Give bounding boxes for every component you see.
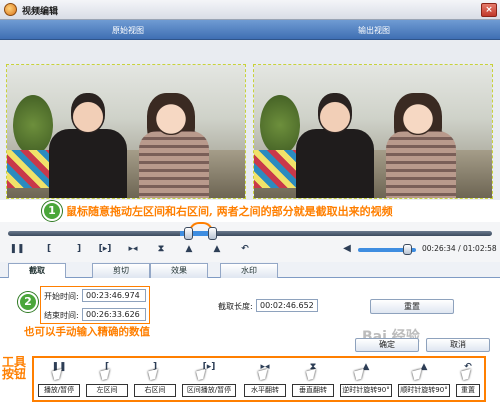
- end-time-input[interactable]: 00:26:33.626: [82, 308, 146, 321]
- tab-bar: 截取 剪切 效果 水印: [0, 262, 500, 278]
- title-bar: 视频编辑 ×: [0, 0, 500, 20]
- rotate-cw-icon: ▲: [420, 362, 428, 372]
- ok-button[interactable]: 确定: [355, 338, 419, 352]
- legend-item: ❚❚ 播放/暂停: [36, 360, 82, 400]
- crop-panel: 2 开始时间: 00:23:46.974 结束时间: 00:26:33.626 …: [0, 278, 500, 354]
- video-area: [0, 40, 500, 200]
- legend-item: ↶ 重置: [454, 360, 482, 400]
- cancel-button[interactable]: 取消: [426, 338, 490, 352]
- play-range-icon: [▸]: [202, 362, 216, 372]
- volume-icon[interactable]: ◀: [340, 242, 354, 256]
- mark-out-button[interactable]: ]: [70, 242, 88, 256]
- window-title: 视频编辑: [22, 7, 59, 17]
- length-value: 00:02:46.652: [256, 299, 318, 312]
- original-view-label: 原始视图: [112, 26, 144, 35]
- tab-cut[interactable]: 剪切: [92, 263, 150, 278]
- legend-item: ▸◂ 水平翻转: [242, 360, 288, 400]
- play-range-button[interactable]: [▸]: [96, 242, 114, 256]
- volume-knob[interactable]: [403, 244, 413, 255]
- rotate-cw-button[interactable]: ▲: [208, 242, 226, 256]
- cursor-icon: [412, 368, 424, 381]
- legend-label: 左区间: [86, 384, 128, 397]
- cursor-icon: [148, 368, 160, 381]
- legend-item: ▲ 逆时针旋转90°: [338, 360, 394, 400]
- cursor-icon: [196, 368, 208, 381]
- timeline-track[interactable]: [8, 231, 492, 236]
- cursor-icon: [258, 368, 270, 381]
- view-header-bar: 原始视图 输出视图: [0, 20, 500, 40]
- cursor-icon: [52, 368, 64, 381]
- legend-label: 水平翻转: [244, 384, 286, 397]
- start-time-input[interactable]: 00:23:46.974: [82, 289, 146, 302]
- play-pause-button[interactable]: ❚❚: [8, 242, 26, 256]
- legend-label: 顺时针旋转90°: [398, 384, 450, 397]
- step-1-badge: 1: [42, 201, 62, 221]
- step-2-badge: 2: [18, 292, 38, 312]
- legend-label: 区间播放/暂停: [182, 384, 236, 397]
- end-time-label: 结束时间:: [44, 311, 79, 320]
- tab-effects[interactable]: 效果: [150, 263, 208, 278]
- legend-label: 垂直翻转: [292, 384, 334, 397]
- legend-label: 播放/暂停: [38, 384, 80, 397]
- rotate-ccw-icon: ▲: [362, 362, 370, 372]
- start-time-label: 开始时间:: [44, 292, 79, 301]
- legend-label: 逆时针旋转90°: [340, 384, 392, 397]
- time-readout: 00:26:34 / 01:02:58: [422, 244, 497, 253]
- cursor-icon: [100, 368, 112, 381]
- output-view-label: 输出视图: [358, 26, 390, 35]
- reset-icon-button[interactable]: ↶: [236, 242, 254, 256]
- cursor-icon: [461, 368, 473, 381]
- legend-label: 右区间: [134, 384, 176, 397]
- legend-title: 工具按钮: [2, 355, 27, 381]
- tab-crop[interactable]: 截取: [8, 263, 66, 278]
- step-2-annotation: 也可以手动输入精确的数值: [24, 326, 150, 338]
- tab-watermark[interactable]: 水印: [220, 263, 278, 278]
- output-video-preview: [253, 64, 493, 199]
- close-icon[interactable]: ×: [481, 3, 497, 17]
- mark-in-button[interactable]: [: [40, 242, 58, 256]
- legend-item: ▲ 顺时针旋转90°: [396, 360, 452, 400]
- legend-item: [ 左区间: [84, 360, 130, 400]
- reset-button[interactable]: 重置: [370, 299, 454, 314]
- left-range-handle[interactable]: [184, 227, 193, 240]
- timeline: ❚❚ [ ] [▸] ▸◂ ⧗ ▲ ▲ ↶ ◀ 00:26:34 / 01:02…: [0, 222, 500, 262]
- flip-horizontal-button[interactable]: ▸◂: [124, 242, 142, 256]
- legend-item: ] 右区间: [132, 360, 178, 400]
- legend-item: [▸] 区间播放/暂停: [180, 360, 238, 400]
- length-label: 截取长度:: [218, 302, 253, 311]
- legend-item: ⧗ 垂直翻转: [290, 360, 336, 400]
- cursor-icon: [354, 368, 366, 381]
- step-1-annotation: 鼠标随意拖动左区间和右区间, 两者之间的部分就是截取出来的视频: [66, 205, 393, 218]
- flip-vertical-button[interactable]: ⧗: [152, 242, 170, 256]
- app-icon: [4, 3, 17, 16]
- cursor-icon: [306, 368, 318, 381]
- tool-legend: ❚❚ 播放/暂停 [ 左区间 ] 右区间 [▸] 区间播放/暂停 ▸◂ 水平翻转…: [32, 356, 486, 402]
- original-video-preview: [6, 64, 246, 199]
- right-range-handle[interactable]: [208, 227, 217, 240]
- rotate-ccw-button[interactable]: ▲: [180, 242, 198, 256]
- legend-label: 重置: [456, 384, 480, 397]
